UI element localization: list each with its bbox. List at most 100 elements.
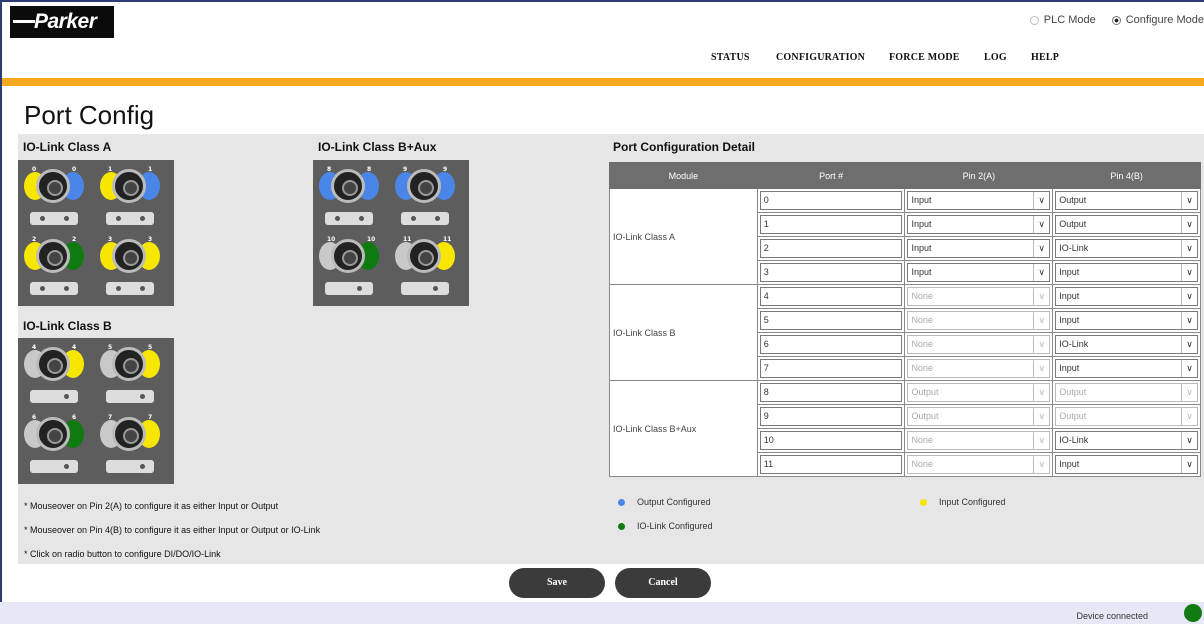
port-number-label: 3 [148, 236, 153, 243]
pin4-select-value: Input [1059, 363, 1080, 373]
chevron-down-icon: ∨ [1033, 312, 1049, 329]
chevron-down-icon[interactable]: ∨ [1181, 336, 1197, 353]
pin4-select[interactable]: Input ∨ [1055, 263, 1198, 282]
port-connector[interactable]: 33 [100, 236, 168, 304]
port-number-field[interactable]: 2 [759, 239, 903, 258]
nav-help[interactable]: HELP [1031, 52, 1071, 63]
cancel-button[interactable]: Cancel [615, 568, 711, 598]
port-number-field[interactable]: 5 [759, 311, 903, 330]
pin2-select-value: Input [911, 195, 932, 205]
chevron-down-icon[interactable]: ∨ [1181, 456, 1197, 473]
port-number-field-cell: 1 [756, 212, 906, 237]
pin4-select-value: Input [1059, 267, 1080, 277]
chevron-down-icon[interactable]: ∨ [1181, 432, 1197, 449]
nav-status[interactable]: STATUS [711, 52, 776, 63]
pin2-select-cell: Input ∨ [904, 188, 1054, 213]
port-status-tag[interactable] [401, 212, 449, 225]
port-connector[interactable]: 88 [319, 166, 387, 234]
port-status-tag[interactable] [30, 282, 78, 295]
pin4-select[interactable]: Input ∨ [1055, 359, 1198, 378]
nav-log[interactable]: LOG [984, 52, 1031, 63]
port-connector[interactable]: 55 [100, 344, 168, 412]
pin4-select[interactable]: Input ∨ [1055, 287, 1198, 306]
port-status-tag[interactable] [106, 460, 154, 473]
port-status-tag[interactable] [106, 282, 154, 295]
chevron-down-icon[interactable]: ∨ [1033, 240, 1049, 257]
pin4-select-value: Output [1059, 195, 1087, 205]
pin2-select[interactable]: Input ∨ [907, 215, 1051, 234]
port-number-field[interactable]: 3 [759, 263, 903, 282]
chevron-down-icon[interactable]: ∨ [1033, 216, 1049, 233]
pin2-select-cell: None ∨ [904, 332, 1054, 357]
port-status-tag[interactable] [30, 212, 78, 225]
port-status-tag[interactable] [106, 390, 154, 403]
pin4-select-value: Input [1059, 315, 1080, 325]
port-number-field-cell: 5 [756, 308, 906, 333]
nav-configuration[interactable]: CONFIGURATION [776, 52, 889, 63]
chevron-down-icon[interactable]: ∨ [1181, 360, 1197, 377]
module-class-a: 00112233 [18, 160, 174, 306]
port-number-field[interactable]: 8 [759, 383, 903, 402]
pin4-select[interactable]: IO-Link ∨ [1055, 431, 1198, 450]
port-connector[interactable]: 99 [395, 166, 463, 234]
chevron-down-icon[interactable]: ∨ [1181, 216, 1197, 233]
port-connector[interactable]: 22 [24, 236, 92, 304]
pin4-select-value: Output [1059, 411, 1087, 421]
save-button[interactable]: Save [509, 568, 605, 598]
pin2-select-value: Input [911, 267, 932, 277]
port-number-field-cell: 2 [756, 236, 906, 261]
pin4-select[interactable]: Output ∨ [1055, 215, 1198, 234]
port-number-field[interactable]: 0 [759, 191, 903, 210]
port-connector[interactable]: 66 [24, 414, 92, 482]
pin4-select-cell: Input ∨ [1052, 452, 1201, 477]
chevron-down-icon[interactable]: ∨ [1033, 264, 1049, 281]
port-connector[interactable]: 00 [24, 166, 92, 234]
chevron-down-icon[interactable]: ∨ [1033, 192, 1049, 209]
port-status-tag[interactable] [30, 460, 78, 473]
pin4-select[interactable]: IO-Link ∨ [1055, 335, 1198, 354]
chevron-down-icon[interactable]: ∨ [1181, 264, 1197, 281]
port-connector[interactable]: 11 [100, 166, 168, 234]
port-number-field[interactable]: 9 [759, 407, 903, 426]
pin2-select-cell: None ∨ [904, 428, 1054, 453]
port-status-tag[interactable] [325, 282, 373, 295]
port-status-tag[interactable] [401, 282, 449, 295]
port-connector[interactable]: 11 11 [395, 236, 463, 304]
chevron-down-icon[interactable]: ∨ [1181, 288, 1197, 305]
pin4-select[interactable]: IO-Link ∨ [1055, 239, 1198, 258]
pin4-select[interactable]: Output ∨ [1055, 191, 1198, 210]
chevron-down-icon[interactable]: ∨ [1181, 312, 1197, 329]
table-row: IO-Link Class A 0 Input ∨ Output ∨ [609, 188, 1201, 285]
port-number-field[interactable]: 10 [759, 431, 903, 450]
chevron-down-icon[interactable]: ∨ [1181, 240, 1197, 257]
status-led-icon [64, 216, 69, 221]
port-number-field-value: 8 [763, 387, 769, 397]
port-connector[interactable]: 10 10 [319, 236, 387, 304]
pin2-select[interactable]: Input ∨ [907, 191, 1051, 210]
pin4-select[interactable]: Input ∨ [1055, 311, 1198, 330]
port-number-field-value: 9 [763, 411, 769, 421]
port-number-field[interactable]: 6 [759, 335, 903, 354]
pin4-select[interactable]: Input ∨ [1055, 455, 1198, 474]
port-status-tag[interactable] [30, 390, 78, 403]
chevron-down-icon: ∨ [1033, 432, 1049, 449]
port-number-field[interactable]: 7 [759, 359, 903, 378]
pin2-select[interactable]: Input ∨ [907, 263, 1051, 282]
port-number-field-cell: 11 [756, 452, 906, 477]
nav-force-mode[interactable]: FORCE MODE [889, 52, 984, 63]
port-number-field[interactable]: 11 [759, 455, 903, 474]
port-status-tag[interactable] [325, 212, 373, 225]
pin2-select: None ∨ [907, 311, 1051, 330]
port-number-field[interactable]: 4 [759, 287, 903, 306]
port-connector[interactable]: 44 [24, 344, 92, 412]
port-status-tag[interactable] [106, 212, 154, 225]
port-number-field-value: 7 [763, 363, 769, 373]
chevron-down-icon[interactable]: ∨ [1181, 192, 1197, 209]
pin2-select: Output ∨ [907, 383, 1051, 402]
port-connector[interactable]: 77 [100, 414, 168, 482]
pin2-select[interactable]: Input ∨ [907, 239, 1051, 258]
configure-mode-radio[interactable] [1111, 15, 1121, 25]
plc-mode-radio[interactable] [1029, 15, 1039, 25]
pin4-select-cell: IO-Link ∨ [1052, 236, 1201, 261]
port-number-field[interactable]: 1 [759, 215, 903, 234]
